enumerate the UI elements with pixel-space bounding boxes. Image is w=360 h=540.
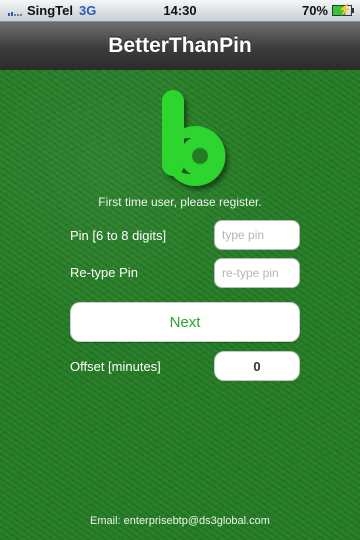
next-button-label: Next: [169, 313, 201, 331]
registration-panel: First time user, please register. Pin [6…: [0, 70, 360, 540]
battery-status: 70% ⚡: [301, 3, 354, 18]
pin-input[interactable]: [214, 220, 300, 250]
battery-percent: 70%: [301, 3, 328, 18]
intro-text: First time user, please register.: [98, 195, 262, 209]
contact-email: Email: enterprisebtp@ds3global.com: [90, 515, 270, 527]
status-bar: SingTel 3G 14:30 70% ⚡: [0, 0, 360, 22]
offset-value: 0: [253, 358, 261, 374]
navigation-bar: BetterThanPin: [0, 22, 360, 71]
retype-pin-input[interactable]: [214, 258, 300, 288]
offset-minutes-field[interactable]: 0: [214, 351, 300, 381]
page-title: BetterThanPin: [108, 34, 252, 57]
next-button[interactable]: Next: [70, 302, 300, 342]
pin-label: Pin [6 to 8 digits]: [70, 228, 167, 243]
app-screen: SingTel 3G 14:30 70% ⚡ BetterThanPin Fir…: [0, 0, 360, 540]
battery-icon: ⚡: [332, 4, 354, 16]
b-logo-icon: [162, 90, 226, 186]
offset-label: Offset [minutes]: [70, 359, 161, 374]
retype-pin-label: Re-type Pin: [70, 265, 138, 280]
